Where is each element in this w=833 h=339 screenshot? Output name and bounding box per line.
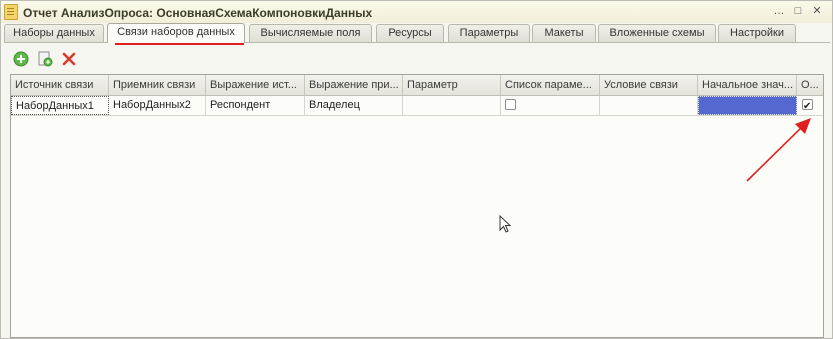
maximize-icon[interactable]: □ <box>791 5 805 17</box>
copy-icon[interactable] <box>37 51 53 67</box>
required-checkbox[interactable] <box>802 97 813 115</box>
close-icon[interactable]: ✕ <box>810 5 824 17</box>
col-source-expr[interactable]: Выражение ист... <box>206 75 305 95</box>
document-icon <box>4 4 18 20</box>
cell-target-expr[interactable]: Владелец <box>305 96 403 115</box>
col-target-expr[interactable]: Выражение при... <box>305 75 403 95</box>
cell-source-expr[interactable]: Респондент <box>206 96 305 115</box>
tab-bar: Наборы данных Связи наборов данных Вычис… <box>4 23 830 43</box>
cell-source[interactable]: НаборДанных1 <box>11 96 109 115</box>
add-icon[interactable] <box>13 51 29 67</box>
col-initial-value[interactable]: Начальное знач... <box>698 75 797 95</box>
delete-icon[interactable] <box>61 51 77 67</box>
cell-condition[interactable] <box>600 96 698 115</box>
more-icon[interactable]: … <box>772 5 786 17</box>
tab-parameters[interactable]: Параметры <box>448 24 530 42</box>
report-window: Отчет АнализОпроса: ОсновнаяСхемаКомпоно… <box>0 0 833 339</box>
col-param-list[interactable]: Список параме... <box>501 75 600 95</box>
tab-data-set-links[interactable]: Связи наборов данных <box>107 23 245 43</box>
col-source[interactable]: Источник связи <box>11 75 109 95</box>
tab-calculated-fields[interactable]: Вычисляемые поля <box>249 24 372 42</box>
col-target[interactable]: Приемник связи <box>109 75 206 95</box>
table-header: Источник связи Приемник связи Выражение … <box>11 75 823 96</box>
cell-target[interactable]: НаборДанных2 <box>109 96 206 115</box>
tab-data-sets[interactable]: Наборы данных <box>4 24 104 42</box>
col-parameter[interactable]: Параметр <box>403 75 501 95</box>
table-row[interactable]: НаборДанных1 НаборДанных2 Респондент Вла… <box>11 96 823 116</box>
param-list-checkbox[interactable] <box>505 99 516 110</box>
cell-required[interactable] <box>797 96 823 115</box>
annotation-underline <box>115 43 244 45</box>
links-table: Источник связи Приемник связи Выражение … <box>10 74 824 338</box>
tab-settings[interactable]: Настройки <box>718 24 796 42</box>
col-required[interactable]: О... <box>797 75 823 95</box>
annotation-arrow-icon <box>746 118 811 182</box>
title-bar: Отчет АнализОпроса: ОсновнаяСхемаКомпоно… <box>1 1 832 23</box>
tab-nested-schemas[interactable]: Вложенные схемы <box>598 24 716 42</box>
cell-param-list[interactable] <box>501 96 600 115</box>
tab-layouts[interactable]: Макеты <box>532 24 596 42</box>
mouse-cursor-icon <box>499 215 512 233</box>
col-condition[interactable]: Условие связи <box>600 75 698 95</box>
tab-resources[interactable]: Ресурсы <box>376 24 444 42</box>
cell-initial-value[interactable] <box>698 96 797 115</box>
cell-parameter[interactable] <box>403 96 501 115</box>
window-title: Отчет АнализОпроса: ОсновнаяСхемаКомпоно… <box>23 6 373 20</box>
